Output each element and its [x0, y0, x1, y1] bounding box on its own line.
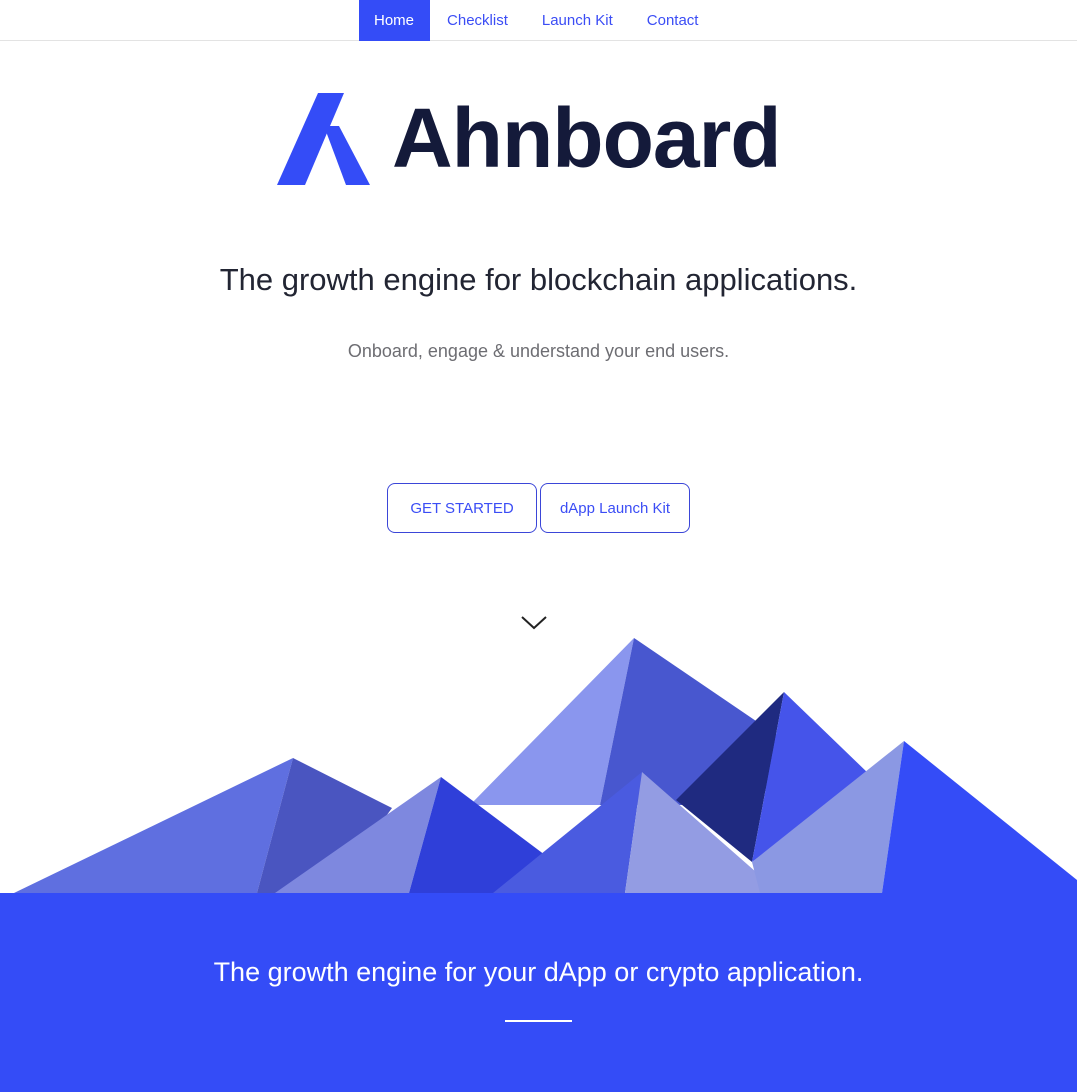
nav-list: Home Checklist Launch Kit Contact: [359, 0, 715, 41]
hero-button-row: GET STARTED dApp Launch Kit: [387, 483, 690, 533]
top-nav: Home Checklist Launch Kit Contact: [0, 0, 1077, 41]
ahnboard-a-logo-icon: [277, 93, 370, 185]
mountain-left-face: [14, 758, 293, 893]
band-title: The growth engine for your dApp or crypt…: [213, 957, 864, 987]
logo-wordmark: Ahnboard: [392, 91, 782, 185]
mountains-illustration: [14, 638, 1077, 893]
hero-subtitle: Onboard, engage & understand your end us…: [347, 341, 730, 361]
page: Home Checklist Launch Kit Contact Ahnboa…: [0, 0, 1077, 1092]
nav-item-checklist[interactable]: Checklist: [430, 0, 525, 41]
get-started-button[interactable]: GET STARTED: [387, 483, 537, 533]
nav-item-home[interactable]: Home: [359, 0, 431, 41]
band-divider: [505, 1020, 572, 1022]
nav-item-launch-kit[interactable]: Launch Kit: [525, 0, 630, 41]
nav-item-contact[interactable]: Contact: [630, 0, 716, 41]
dapp-launch-kit-button[interactable]: dApp Launch Kit: [540, 483, 690, 533]
mountain-right-face: [882, 741, 1077, 893]
hero-title: The growth engine for blockchain applica…: [219, 262, 858, 297]
feature-band: The growth engine for your dApp or crypt…: [0, 893, 1077, 1092]
brand-logo[interactable]: Ahnboard: [272, 88, 812, 192]
